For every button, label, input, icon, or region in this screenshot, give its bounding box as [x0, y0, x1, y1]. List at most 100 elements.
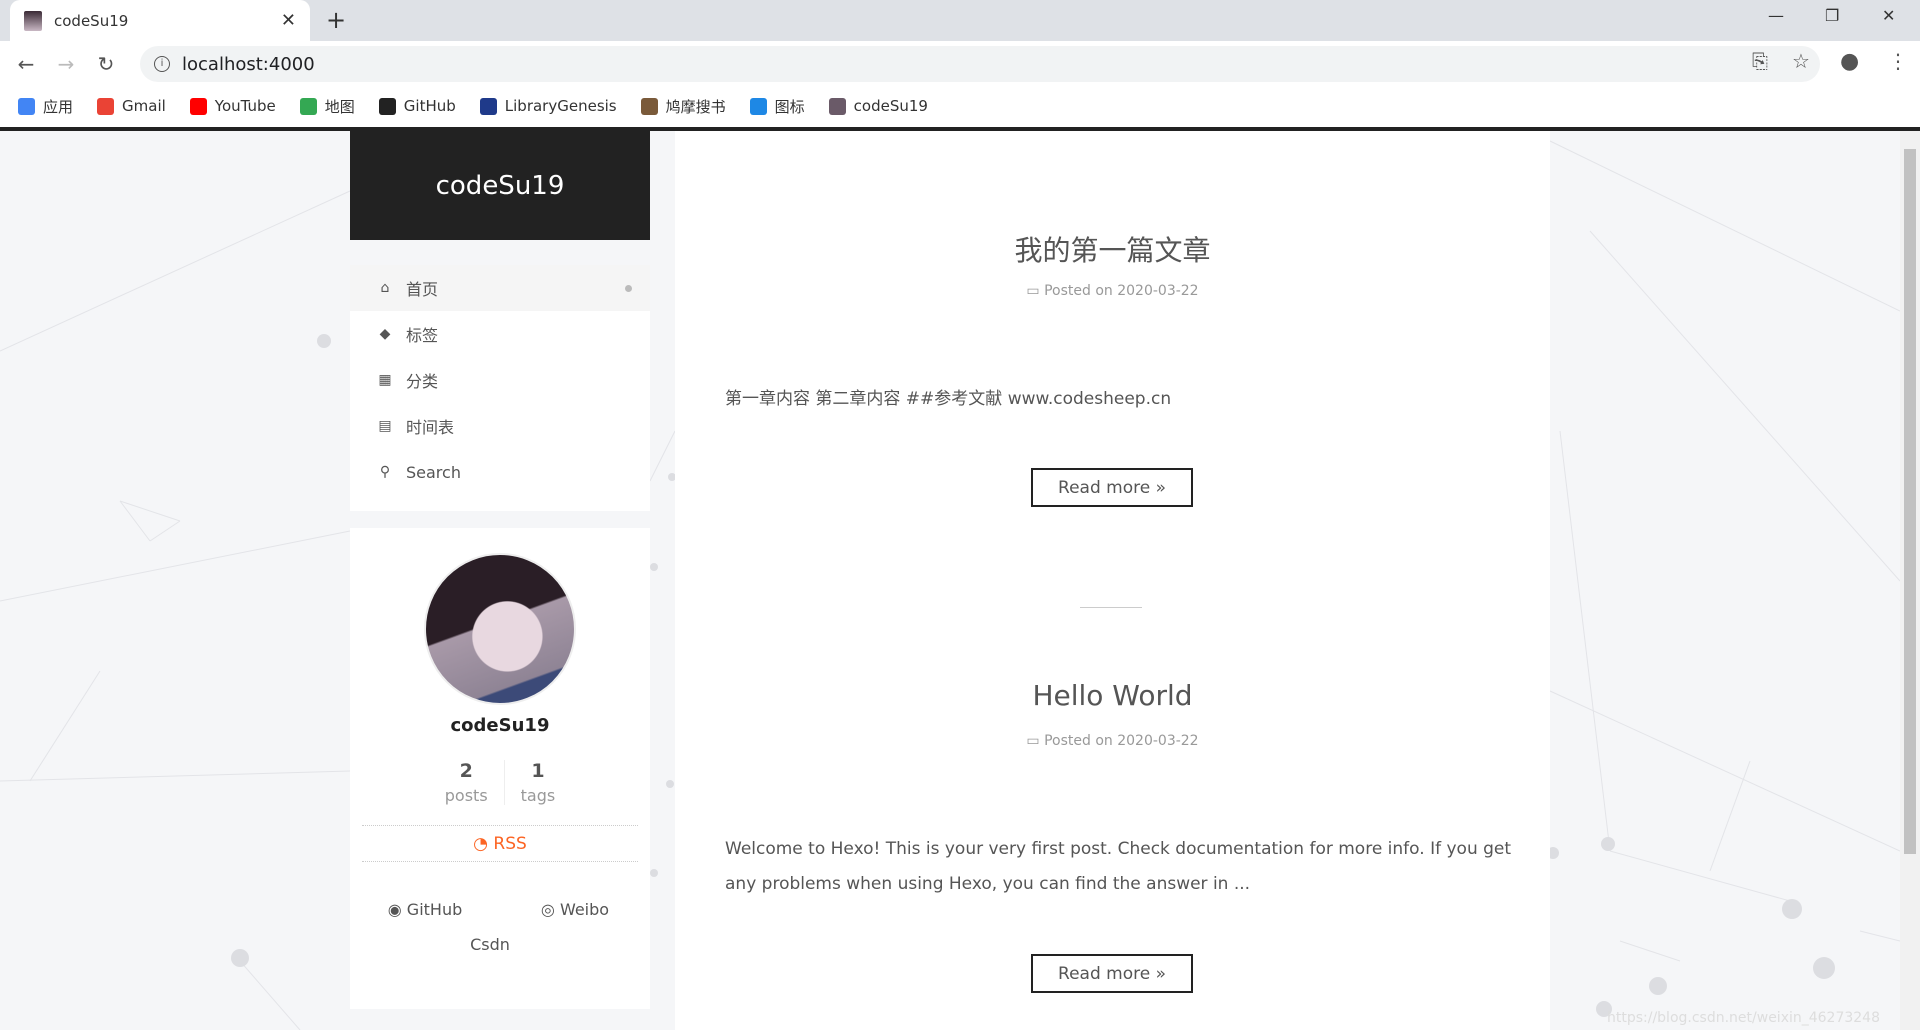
posts-label: posts: [444, 786, 488, 805]
gmail-icon: [97, 97, 115, 115]
scrollbar-thumb[interactable]: [1904, 149, 1916, 854]
menu-item-label: 分类: [406, 372, 439, 391]
posts-count: 2: [459, 760, 473, 782]
home-icon: ⌂: [380, 280, 390, 296]
back-icon[interactable]: ←: [6, 52, 46, 76]
post-meta: ▭ Posted on 2020-03-22: [675, 283, 1550, 299]
address-bar[interactable]: i localhost:4000: [140, 46, 1820, 82]
site-stats: 2 posts 1 tags: [350, 760, 650, 805]
post-date: Posted on 2020-03-22: [1044, 283, 1199, 299]
tags-label: tags: [520, 786, 556, 805]
page: codeSu19 ⌂ 首页 ◆ 标签 ▦ 分类 ▤ 时间表 ⚲ Search codeSu19 2…: [0, 131, 1900, 1030]
menu-item-3[interactable]: ▤ 时间表: [350, 403, 650, 449]
url-text: localhost:4000: [182, 53, 315, 75]
tags-count: 1: [531, 760, 545, 782]
rss-link[interactable]: ◔ RSS: [362, 825, 638, 862]
bookmark-label: 地图: [324, 97, 355, 116]
browser-tab[interactable]: codeSu19 ✕: [10, 0, 310, 41]
calendar-icon: ▭: [1026, 733, 1045, 749]
youtube-icon: [189, 97, 207, 115]
avatar: [424, 553, 576, 705]
menu-item-0[interactable]: ⌂ 首页: [350, 265, 650, 311]
scrollbar[interactable]: [1900, 131, 1920, 1030]
post-meta: ▭ Posted on 2020-03-22: [675, 733, 1550, 749]
profile-icon[interactable]: ●: [1840, 49, 1859, 74]
bookmark-label: GitHub: [403, 97, 456, 115]
translate-icon[interactable]: ⎘: [1752, 49, 1768, 73]
new-tab-icon[interactable]: +: [326, 6, 346, 34]
calendar-icon: ▭: [1026, 283, 1045, 299]
menu-item-1[interactable]: ◆ 标签: [350, 311, 650, 357]
github-label: GitHub: [406, 900, 463, 919]
weibo-link[interactable]: ◎ Weibo: [500, 892, 650, 927]
post-excerpt: 第一章内容 第二章内容 ##参考文献 www.codesheep.cn: [725, 389, 1172, 409]
bookmark-apps-grid[interactable]: 应用: [18, 96, 73, 117]
close-tab-icon[interactable]: ✕: [281, 10, 296, 31]
github-link[interactable]: ◉ GitHub: [350, 892, 500, 927]
rss-icon: ◔: [473, 834, 494, 854]
bookmark-flag[interactable]: 图标: [749, 96, 805, 117]
post-title[interactable]: Hello World: [675, 679, 1550, 712]
tab-bar: codeSu19 ✕ + — ❐ ✕: [0, 0, 1920, 41]
restore-icon[interactable]: ❐: [1825, 6, 1839, 25]
read-more-button[interactable]: Read more »: [1031, 468, 1193, 507]
social-links: ◉ GitHub ◎ Weibo Csdn: [350, 892, 650, 962]
posts-stat[interactable]: 2 posts: [429, 760, 504, 805]
bookmark-star-icon[interactable]: ☆: [1792, 49, 1810, 73]
post-date: Posted on 2020-03-22: [1044, 733, 1199, 749]
browser-toolbar: ← → ↻ i localhost:4000 ⎘ ☆ ● ⋮: [0, 41, 1920, 87]
menu-item-label: 时间表: [406, 418, 455, 437]
bookmark-label: LibraryGenesis: [504, 97, 617, 115]
post-title[interactable]: 我的第一篇文章: [675, 229, 1550, 269]
csdn-link[interactable]: Csdn: [470, 927, 510, 962]
reload-icon[interactable]: ↻: [86, 52, 126, 76]
weibo-icon: ◎: [540, 900, 560, 919]
active-indicator: [625, 284, 632, 292]
bookmark-maps[interactable]: 地图: [299, 96, 355, 117]
close-window-icon[interactable]: ✕: [1882, 6, 1895, 25]
profile-panel: codeSu19 2 posts 1 tags ◔ RSS ◉ GitHub ◎…: [350, 528, 650, 1009]
bookmark-youtube[interactable]: YouTube: [189, 97, 276, 115]
bookmark-j[interactable]: 鸠摩搜书: [640, 96, 726, 117]
github-icon: ◉: [387, 900, 407, 919]
bookmark-label: YouTube: [214, 97, 276, 115]
apps-grid-icon: [18, 97, 35, 115]
bookmarks-bar: 应用 Gmail YouTube 地图 GitHub LibraryGenesis 鸠摩搜书…: [0, 87, 1920, 125]
bookmark-label: 应用: [43, 97, 74, 116]
menu-item-label: 标签: [406, 326, 439, 345]
weibo-label: Weibo: [559, 900, 610, 919]
minimize-icon[interactable]: —: [1768, 6, 1784, 25]
bookmark-library[interactable]: LibraryGenesis: [479, 97, 617, 115]
bookmark-label: codeSu19: [853, 97, 928, 115]
bookmark-gmail[interactable]: Gmail: [97, 97, 166, 115]
search-icon: ⚲: [379, 464, 391, 480]
th-icon: ▦: [378, 372, 392, 388]
read-more-button[interactable]: Read more »: [1031, 954, 1193, 993]
library-icon: [479, 97, 497, 115]
avatar-icon: [828, 97, 846, 115]
site-brand[interactable]: codeSu19: [350, 131, 650, 240]
tab-title: codeSu19: [54, 11, 129, 30]
flag-icon: [749, 97, 767, 115]
favicon-icon: [24, 10, 42, 31]
post-excerpt: Welcome to Hexo! This is your very first…: [725, 839, 1512, 894]
bookmark-avatar[interactable]: codeSu19: [828, 97, 928, 115]
post-divider: [1080, 607, 1142, 608]
menu-icon[interactable]: ⋮: [1888, 49, 1908, 73]
rss-label: RSS: [493, 834, 527, 854]
bookmark-label: Gmail: [122, 97, 166, 115]
post-list: 我的第一篇文章 ▭ Posted on 2020-03-22 第一章内容 第二章…: [675, 131, 1550, 1030]
tags-stat[interactable]: 1 tags: [503, 760, 572, 805]
menu-item-label: Search: [406, 462, 461, 482]
tags-icon: ◆: [379, 326, 391, 342]
forward-icon[interactable]: →: [46, 52, 86, 76]
menu-item-2[interactable]: ▦ 分类: [350, 357, 650, 403]
author-name: codeSu19: [450, 715, 550, 736]
watermark: https://blog.csdn.net/weixin_46273248: [1606, 1010, 1880, 1026]
menu-item-4[interactable]: ⚲ Search: [350, 449, 650, 495]
info-icon[interactable]: i: [154, 56, 170, 72]
bookmark-label: 鸠摩搜书: [665, 97, 726, 116]
calendar-icon: ▤: [378, 418, 392, 434]
j-icon: [640, 97, 658, 115]
bookmark-github[interactable]: GitHub: [378, 97, 456, 115]
